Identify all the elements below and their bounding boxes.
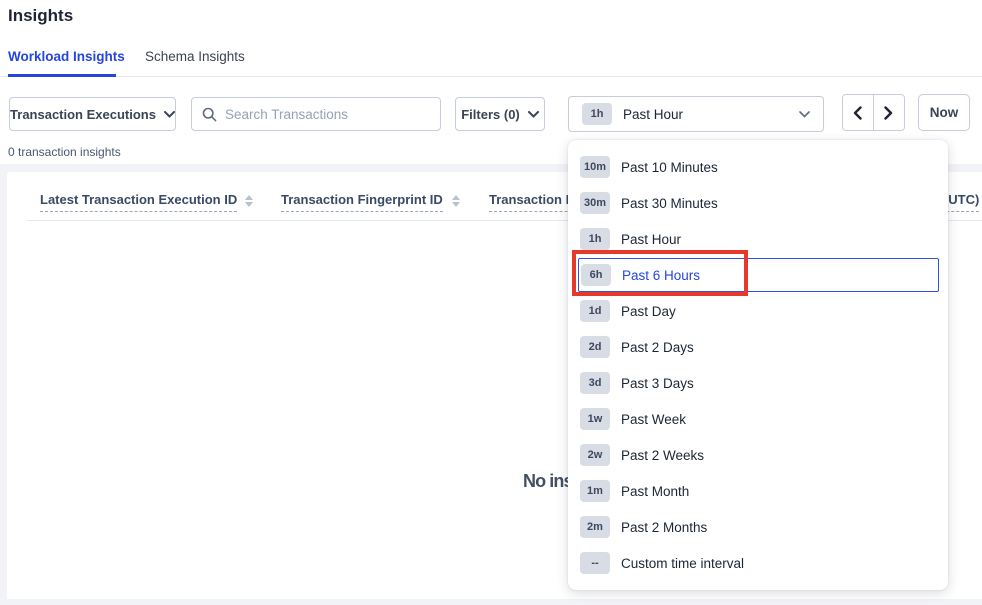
time-interval-badge: 1h	[582, 103, 612, 125]
tab-workload-insights[interactable]: Workload Insights	[8, 49, 125, 64]
option-badge: 30m	[580, 192, 610, 214]
sort-icon[interactable]	[245, 195, 253, 207]
column-header-1[interactable]: Transaction Fingerprint ID	[281, 192, 443, 207]
view-type-select[interactable]: Transaction Executions	[9, 97, 176, 131]
time-option-1d[interactable]: 1d Past Day	[568, 293, 948, 329]
option-badge: --	[580, 552, 610, 574]
tabs-divider	[0, 76, 982, 77]
now-button[interactable]: Now	[918, 94, 970, 131]
time-nav-group	[842, 94, 905, 131]
time-option-1h[interactable]: 1h Past Hour	[568, 221, 948, 257]
chevron-down-icon	[528, 111, 539, 118]
option-label: Past 3 Days	[621, 376, 694, 391]
option-label: Past Hour	[621, 232, 681, 247]
option-label: Past Day	[621, 304, 676, 319]
time-option-10m[interactable]: 10m Past 10 Minutes	[568, 149, 948, 185]
insights-page: Insights Workload Insights Schema Insigh…	[0, 0, 982, 605]
time-interval-label: Past Hour	[623, 107, 788, 122]
sort-icon[interactable]	[452, 195, 460, 207]
option-label: Past 2 Months	[621, 520, 707, 535]
option-badge: 3d	[580, 372, 610, 394]
option-badge: 6h	[581, 264, 611, 286]
chevron-right-icon	[884, 106, 893, 120]
option-badge: 1d	[580, 300, 610, 322]
view-type-label: Transaction Executions	[10, 107, 156, 122]
time-interval-dropdown: 10m Past 10 Minutes 30m Past 30 Minutes 1h Pa…	[568, 140, 948, 590]
option-label: Past 2 Days	[621, 340, 694, 355]
active-tab-underline	[8, 74, 116, 77]
time-option-1w[interactable]: 1w Past Week	[568, 401, 948, 437]
filters-button[interactable]: Filters (0)	[455, 97, 545, 131]
column-header-0[interactable]: Latest Transaction Execution ID	[40, 192, 237, 207]
chevron-down-icon	[164, 111, 175, 118]
chevron-left-icon	[853, 106, 862, 120]
time-option-6h[interactable]: 6h Past 6 Hours	[578, 258, 939, 292]
option-badge: 2m	[580, 516, 610, 538]
time-option-2m[interactable]: 2m Past 2 Months	[568, 509, 948, 545]
chevron-down-icon	[799, 111, 810, 118]
time-prev-button[interactable]	[843, 95, 874, 130]
time-next-button[interactable]	[874, 95, 905, 130]
tab-schema-insights[interactable]: Schema Insights	[145, 49, 245, 64]
search-input[interactable]	[225, 107, 430, 122]
option-badge: 1h	[580, 228, 610, 250]
option-label: Past 30 Minutes	[621, 196, 718, 211]
option-badge: 10m	[580, 156, 610, 178]
time-option-30m[interactable]: 30m Past 30 Minutes	[568, 185, 948, 221]
column-header-label: Transaction Fingerprint ID	[281, 192, 443, 212]
option-badge: 1w	[580, 408, 610, 430]
results-count: 0 transaction insights	[8, 145, 121, 159]
option-label: Custom time interval	[621, 556, 744, 571]
filters-label: Filters (0)	[461, 107, 520, 122]
option-label: Past Month	[621, 484, 689, 499]
option-label: Past Week	[621, 412, 686, 427]
time-option-2d[interactable]: 2d Past 2 Days	[568, 329, 948, 365]
time-interval-select[interactable]: 1h Past Hour	[568, 96, 824, 132]
option-label: Past 6 Hours	[622, 268, 700, 283]
search-icon	[202, 107, 217, 122]
option-badge: 2d	[580, 336, 610, 358]
time-option-3d[interactable]: 3d Past 3 Days	[568, 365, 948, 401]
option-label: Past 2 Weeks	[621, 448, 704, 463]
page-title: Insights	[8, 6, 73, 26]
time-option-2w[interactable]: 2w Past 2 Weeks	[568, 437, 948, 473]
column-header-label: Latest Transaction Execution ID	[40, 192, 237, 212]
option-badge: 1m	[580, 480, 610, 502]
time-option-custom[interactable]: -- Custom time interval	[568, 545, 948, 581]
option-label: Past 10 Minutes	[621, 160, 718, 175]
time-option-1m[interactable]: 1m Past Month	[568, 473, 948, 509]
option-badge: 2w	[580, 444, 610, 466]
search-box[interactable]	[191, 97, 441, 131]
